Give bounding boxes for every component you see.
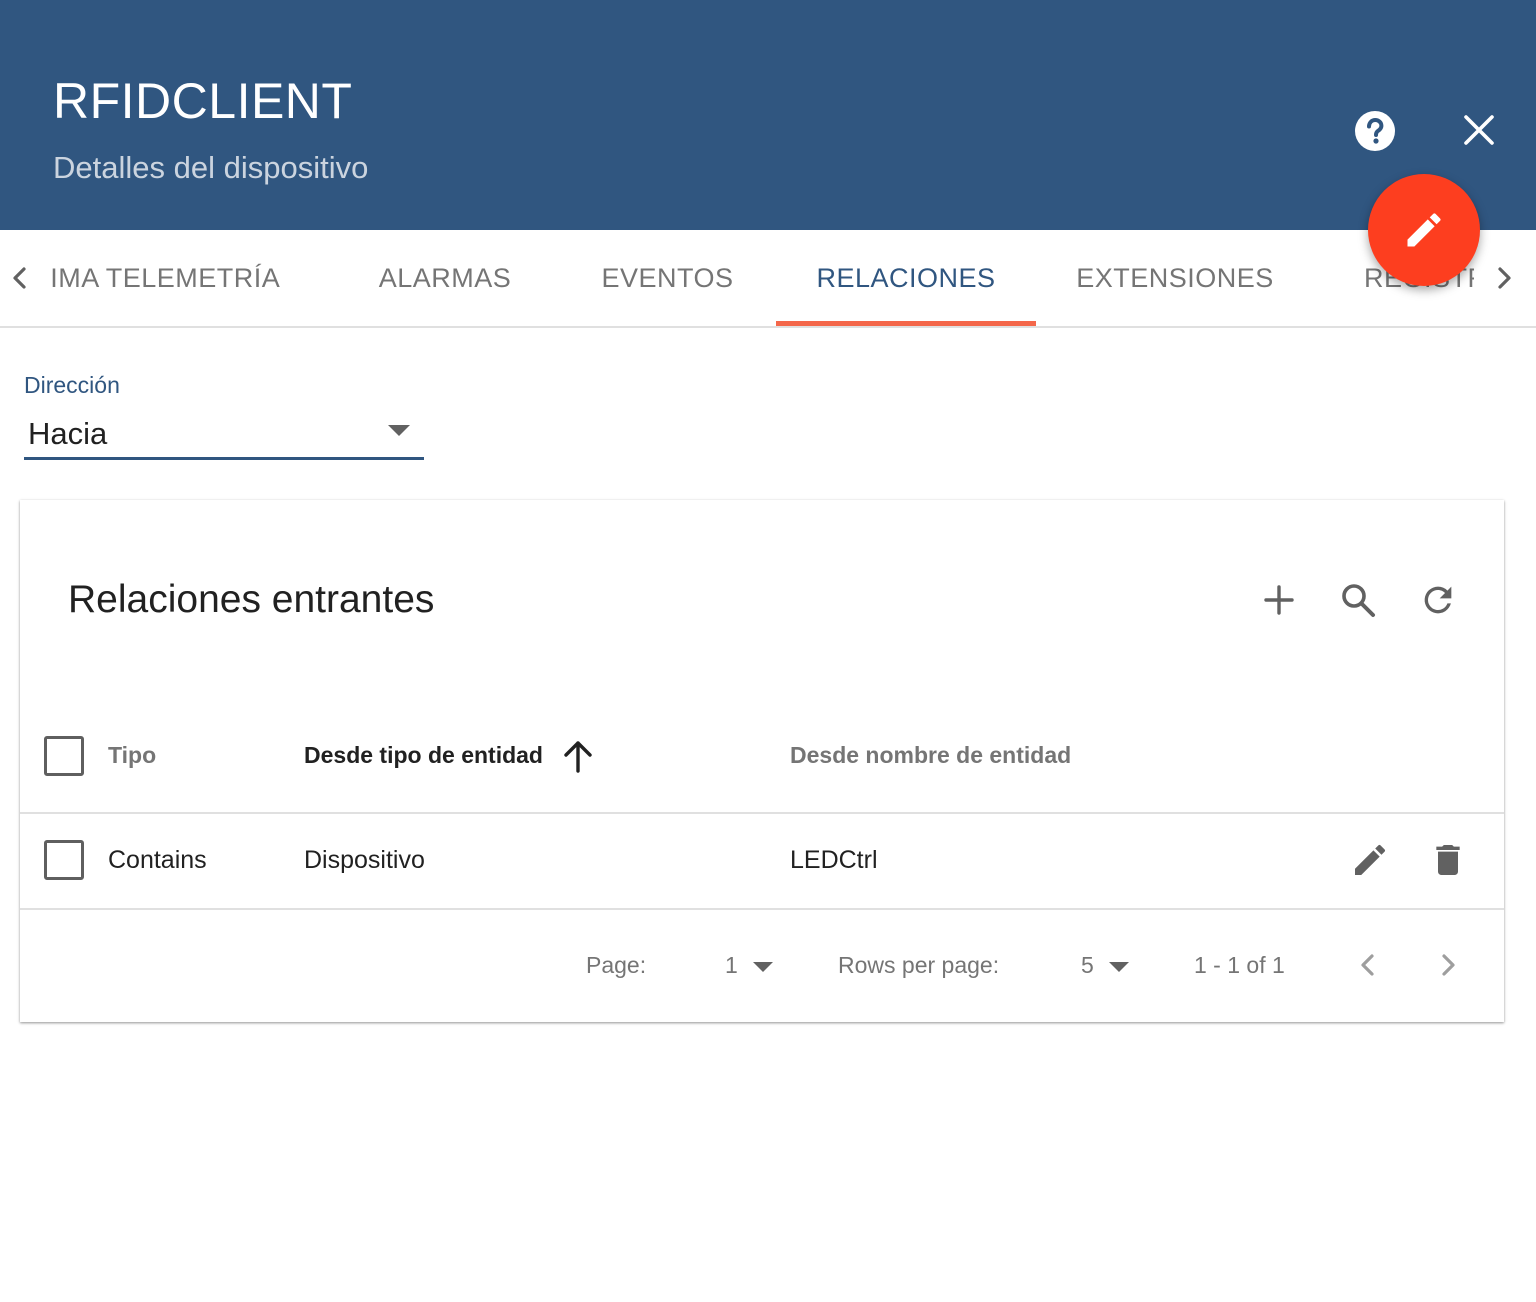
pencil-icon xyxy=(1407,213,1441,247)
caret-down-icon xyxy=(753,962,773,972)
add-relation-button[interactable] xyxy=(1259,580,1299,620)
page-label: Page: xyxy=(586,952,647,978)
tab-bar: ÚLTIMA TELEMETRÍA ALARMAS EVENTOS RELACI… xyxy=(0,230,1536,328)
tabs-scroll-left-button[interactable] xyxy=(4,262,36,294)
incoming-relations-card: Relaciones entrantes Tipo Desde tipo de … xyxy=(20,500,1504,1022)
previous-page-button[interactable] xyxy=(1351,948,1385,982)
tabs-scroll-right-button[interactable] xyxy=(1488,262,1520,294)
row-divider xyxy=(20,908,1504,910)
tab-latest-telemetry[interactable]: ÚLTIMA TELEMETRÍA xyxy=(50,230,290,326)
chevron-right-icon xyxy=(1442,954,1455,976)
caret-down-icon xyxy=(388,425,410,436)
dialog-header: RFIDCLIENT Detalles del dispositivo xyxy=(0,0,1536,230)
active-tab-indicator xyxy=(776,321,1036,326)
help-button[interactable] xyxy=(1354,110,1396,152)
tab-extensions[interactable]: EXTENSIONES xyxy=(1060,230,1290,326)
card-title: Relaciones entrantes xyxy=(68,578,435,621)
tab-relations[interactable]: RELACIONES xyxy=(776,230,1036,326)
cell-type: Contains xyxy=(108,846,207,874)
sort-ascending-button[interactable] xyxy=(560,738,596,774)
page-select[interactable]: 1 xyxy=(725,948,785,984)
column-header-from-entity-name[interactable]: Desde nombre de entidad xyxy=(790,742,1071,769)
edit-fab-button[interactable] xyxy=(1368,174,1480,286)
chevron-left-icon xyxy=(1361,954,1374,976)
chevron-right-icon xyxy=(1498,267,1511,289)
rows-per-page-label: Rows per page: xyxy=(838,952,1000,978)
arrow-up-icon xyxy=(564,741,592,773)
close-button[interactable] xyxy=(1459,110,1499,150)
row-checkbox[interactable] xyxy=(44,840,84,880)
direction-label: Dirección xyxy=(24,372,120,398)
header-divider xyxy=(20,812,1504,814)
direction-select[interactable]: Hacia xyxy=(24,408,424,460)
tab-events[interactable]: EVENTOS xyxy=(580,230,755,326)
device-details-subtitle: Detalles del dispositivo xyxy=(53,150,369,185)
search-button[interactable] xyxy=(1338,580,1378,620)
caret-down-icon xyxy=(1109,962,1129,972)
delete-relation-button[interactable] xyxy=(1428,840,1468,880)
chevron-left-icon xyxy=(13,267,26,289)
rows-per-page-value: 5 xyxy=(1081,952,1094,978)
trash-icon xyxy=(1436,845,1460,875)
help-icon xyxy=(1355,111,1395,151)
search-icon xyxy=(1342,584,1375,617)
direction-value: Hacia xyxy=(28,416,108,451)
device-details-dialog: RFIDCLIENT Detalles del dispositivo ÚLTI… xyxy=(0,0,1536,1302)
pagination-range: 1 - 1 of 1 xyxy=(1194,952,1285,978)
cell-from-entity-name: LEDCtrl xyxy=(790,846,878,874)
column-header-type[interactable]: Tipo xyxy=(108,742,156,769)
add-icon xyxy=(1264,585,1294,615)
page-value: 1 xyxy=(725,952,738,978)
close-icon xyxy=(1464,115,1494,145)
device-name-title: RFIDCLIENT xyxy=(53,73,353,129)
cell-from-entity-type: Dispositivo xyxy=(304,846,425,874)
next-page-button[interactable] xyxy=(1431,948,1465,982)
rows-per-page-select[interactable]: 5 xyxy=(1081,948,1141,984)
tabs-viewport: ÚLTIMA TELEMETRÍA ALARMAS EVENTOS RELACI… xyxy=(50,230,1474,326)
refresh-button[interactable] xyxy=(1418,580,1458,620)
edit-relation-button[interactable] xyxy=(1350,840,1390,880)
pencil-icon xyxy=(1355,844,1386,875)
column-header-from-entity-type[interactable]: Desde tipo de entidad xyxy=(304,742,543,769)
refresh-icon xyxy=(1424,586,1452,614)
tab-alarms[interactable]: ALARMAS xyxy=(350,230,540,326)
select-all-checkbox[interactable] xyxy=(44,736,84,776)
